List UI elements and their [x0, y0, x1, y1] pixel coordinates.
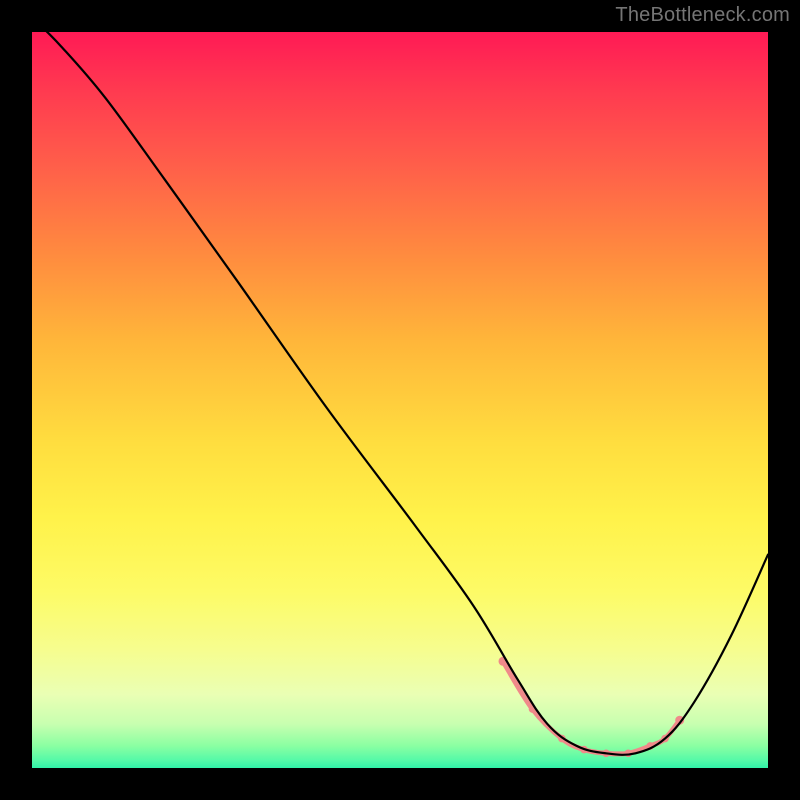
plot-area [32, 32, 768, 768]
bottleneck-curve-line [32, 17, 768, 755]
curve-layer [32, 32, 768, 768]
chart-frame: TheBottleneck.com [0, 0, 800, 800]
watermark-text: TheBottleneck.com [615, 4, 790, 27]
